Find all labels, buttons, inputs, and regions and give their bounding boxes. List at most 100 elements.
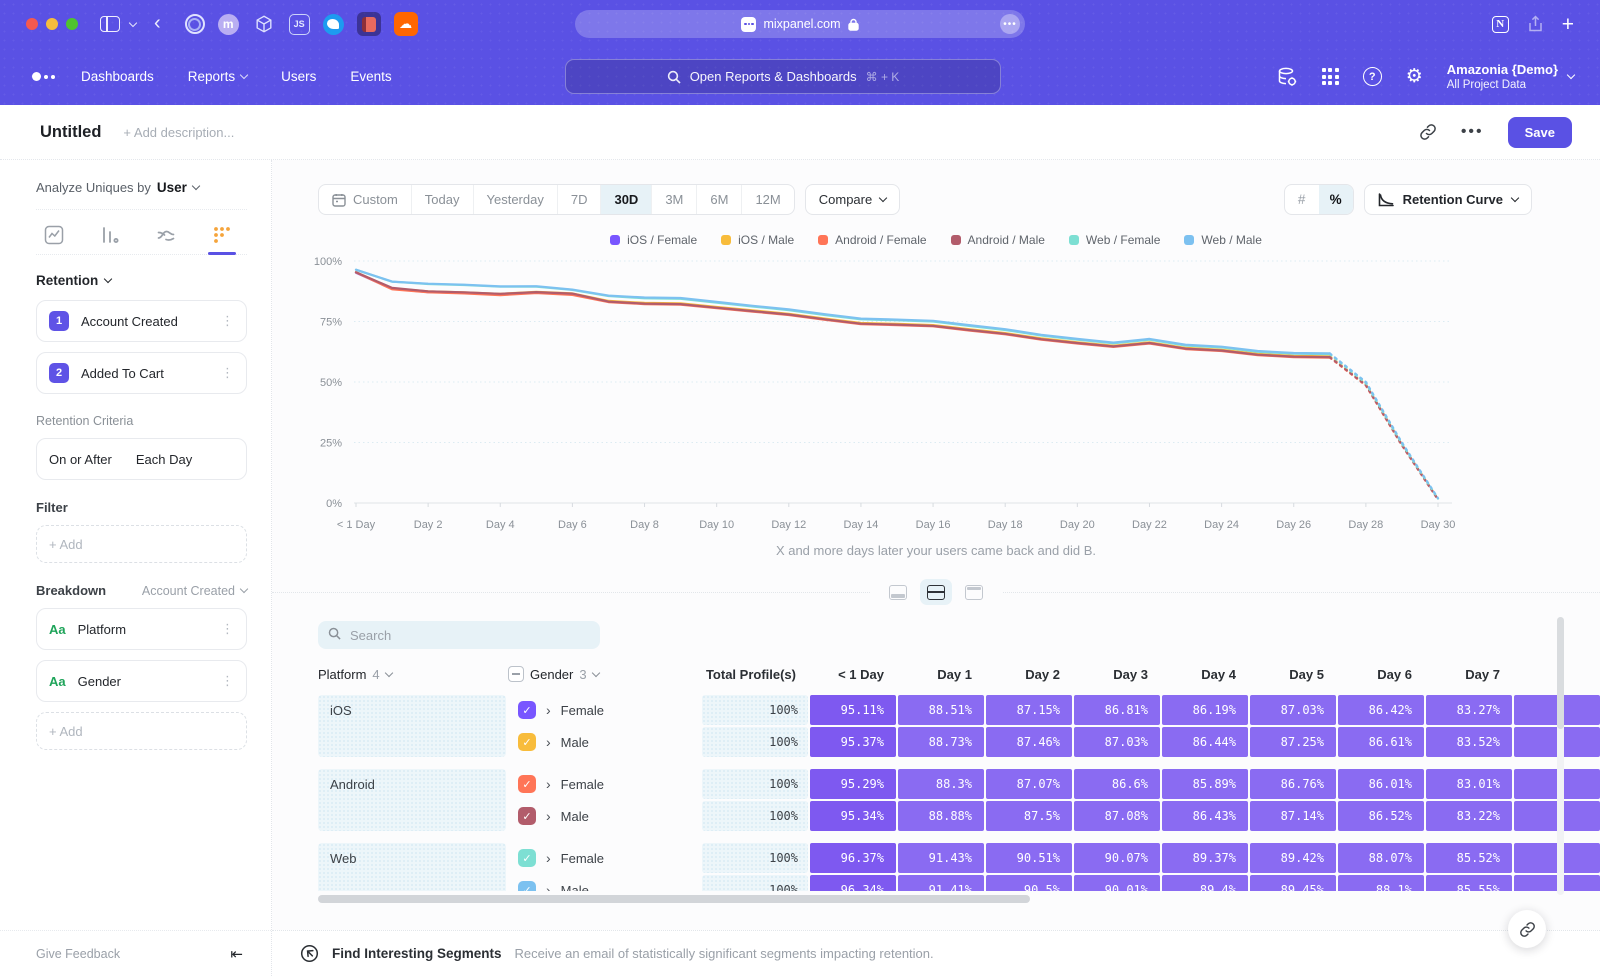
retention-value-cell[interactable]: 90.07% — [1074, 843, 1160, 873]
retention-value-cell[interactable]: 88.88% — [898, 801, 984, 831]
back-icon[interactable]: ‹ — [154, 13, 161, 33]
gender-column-header[interactable]: Gender 3 — [508, 666, 700, 682]
legend-item[interactable]: Android / Female — [818, 233, 926, 247]
criteria-window-select[interactable]: Each Day — [136, 452, 192, 467]
legend-item[interactable]: Web / Female — [1069, 233, 1160, 247]
layout-split-button[interactable] — [920, 579, 952, 605]
range-7d[interactable]: 7D — [558, 185, 602, 214]
collapse-sidebar-icon[interactable]: ⇤ — [230, 945, 243, 963]
retention-value-cell[interactable]: 86.42% — [1338, 695, 1424, 725]
indeterminate-checkbox[interactable] — [508, 666, 524, 682]
more-options-icon[interactable]: ••• — [1461, 123, 1484, 141]
segment-checkbox[interactable]: ✓ — [518, 775, 536, 793]
retention-value-cell[interactable]: 95.34% — [810, 801, 896, 831]
tab-retention[interactable] — [206, 221, 238, 254]
day-column-header[interactable]: Day 1 — [898, 667, 984, 682]
address-bar[interactable]: mixpanel.com ••• — [575, 10, 1025, 38]
new-tab-icon[interactable]: + — [1562, 14, 1574, 35]
range-custom[interactable]: Custom — [319, 185, 412, 214]
retention-value-cell[interactable]: 85.55% — [1426, 875, 1512, 891]
retention-section-label[interactable]: Retention — [36, 273, 98, 288]
legend-item[interactable]: iOS / Male — [721, 233, 794, 247]
retention-value-cell[interactable]: 89.45% — [1250, 875, 1336, 891]
retention-value-cell[interactable]: 96.37% — [810, 843, 896, 873]
platform-group-cell[interactable]: Android — [318, 769, 506, 831]
horizontal-scrollbar[interactable] — [318, 895, 1030, 903]
extension-js-icon[interactable]: JS — [289, 14, 310, 35]
layout-table-only-button[interactable] — [958, 579, 990, 605]
retention-value-cell[interactable]: 89.37% — [1162, 843, 1248, 873]
range-3m[interactable]: 3M — [652, 185, 697, 214]
report-title[interactable]: Untitled — [40, 123, 101, 142]
legend-item[interactable]: Web / Male — [1184, 233, 1261, 247]
retention-value-cell[interactable]: 87.03% — [1250, 695, 1336, 725]
expand-row-icon[interactable]: › — [546, 734, 551, 750]
extension-ring-icon[interactable] — [185, 14, 205, 34]
extension-m-icon[interactable]: m — [218, 14, 239, 35]
nav-item-reports[interactable]: Reports — [188, 69, 247, 84]
mixpanel-logo[interactable] — [32, 72, 55, 81]
minimize-window-button[interactable] — [46, 18, 58, 30]
platform-group-cell[interactable]: iOS — [318, 695, 506, 757]
tab-insights[interactable] — [38, 221, 70, 254]
expand-row-icon[interactable]: › — [546, 776, 551, 792]
tab-funnels[interactable] — [94, 221, 126, 254]
copy-link-icon[interactable] — [1419, 123, 1437, 141]
segment-checkbox[interactable]: ✓ — [518, 849, 536, 867]
table-search-input[interactable] — [318, 621, 600, 649]
platform-group-cell[interactable]: Web — [318, 843, 506, 891]
retention-value-cell[interactable]: 86.81% — [1074, 695, 1160, 725]
day-column-header[interactable]: Day 7 — [1426, 667, 1512, 682]
expand-row-icon[interactable]: › — [546, 882, 551, 891]
kebab-menu-icon[interactable]: ⋮ — [221, 625, 234, 632]
retention-value-cell[interactable]: 86.44% — [1162, 727, 1248, 757]
nav-item-dashboards[interactable]: Dashboards — [81, 69, 154, 84]
retention-value-cell[interactable]: 86.61% — [1338, 727, 1424, 757]
add-breakdown-button[interactable]: + Add — [36, 712, 247, 750]
retention-value-cell[interactable]: 87.46% — [986, 727, 1072, 757]
legend-item[interactable]: iOS / Female — [610, 233, 697, 247]
retention-value-cell[interactable]: 86.43% — [1162, 801, 1248, 831]
retention-value-cell[interactable]: 83.01% — [1426, 769, 1512, 799]
day-column-header[interactable]: Day 3 — [1074, 667, 1160, 682]
retention-value-cell[interactable]: 91.41% — [898, 875, 984, 891]
settings-gear-icon[interactable]: ⚙ — [1406, 67, 1423, 86]
expand-row-icon[interactable]: › — [546, 850, 551, 866]
nav-item-events[interactable]: Events — [350, 69, 391, 84]
kebab-menu-icon[interactable]: ⋮ — [221, 677, 234, 684]
retention-value-cell[interactable]: 83.52% — [1426, 727, 1512, 757]
expand-row-icon[interactable]: › — [546, 702, 551, 718]
legend-item[interactable]: Android / Male — [951, 233, 1045, 247]
extension-red-icon[interactable] — [357, 12, 381, 36]
notion-extension-icon[interactable]: N — [1492, 16, 1509, 33]
retention-value-cell[interactable]: 88.51% — [898, 695, 984, 725]
retention-value-cell[interactable]: 86.01% — [1338, 769, 1424, 799]
extension-soundcloud-icon[interactable]: ☁ — [394, 12, 418, 36]
retention-value-cell[interactable]: 86.6% — [1074, 769, 1160, 799]
close-window-button[interactable] — [26, 18, 38, 30]
breakdown-platform[interactable]: Aa Platform ⋮ — [36, 608, 247, 650]
retention-value-cell[interactable]: 88.73% — [898, 727, 984, 757]
apps-grid-icon[interactable] — [1322, 68, 1339, 85]
breakdown-gender[interactable]: Aa Gender ⋮ — [36, 660, 247, 702]
segment-checkbox[interactable]: ✓ — [518, 733, 536, 751]
retention-value-cell[interactable]: 83.22% — [1426, 801, 1512, 831]
analyze-entity-select[interactable]: User — [157, 180, 187, 195]
chart-type-select[interactable]: Retention Curve — [1364, 184, 1532, 215]
compare-button[interactable]: Compare — [805, 184, 900, 215]
day-column-header[interactable]: Day 5 — [1250, 667, 1336, 682]
save-button[interactable]: Save — [1508, 117, 1572, 148]
layout-chart-only-button[interactable] — [882, 579, 914, 605]
day-column-header[interactable]: Day 6 — [1338, 667, 1424, 682]
retention-value-cell[interactable]: 87.07% — [986, 769, 1072, 799]
day-column-header[interactable]: < 1 Day — [810, 667, 896, 682]
absolute-toggle[interactable]: # — [1285, 185, 1319, 214]
account-switcher[interactable]: Amazonia {Demo} All Project Data — [1447, 62, 1574, 90]
retention-value-cell[interactable]: 91.43% — [898, 843, 984, 873]
tab-flows[interactable] — [150, 221, 182, 254]
retention-value-cell[interactable]: 95.29% — [810, 769, 896, 799]
range-30d[interactable]: 30D — [601, 185, 652, 214]
retention-value-cell[interactable]: 87.15% — [986, 695, 1072, 725]
page-actions-icon[interactable]: ••• — [1000, 14, 1020, 34]
data-management-icon[interactable] — [1276, 66, 1298, 88]
